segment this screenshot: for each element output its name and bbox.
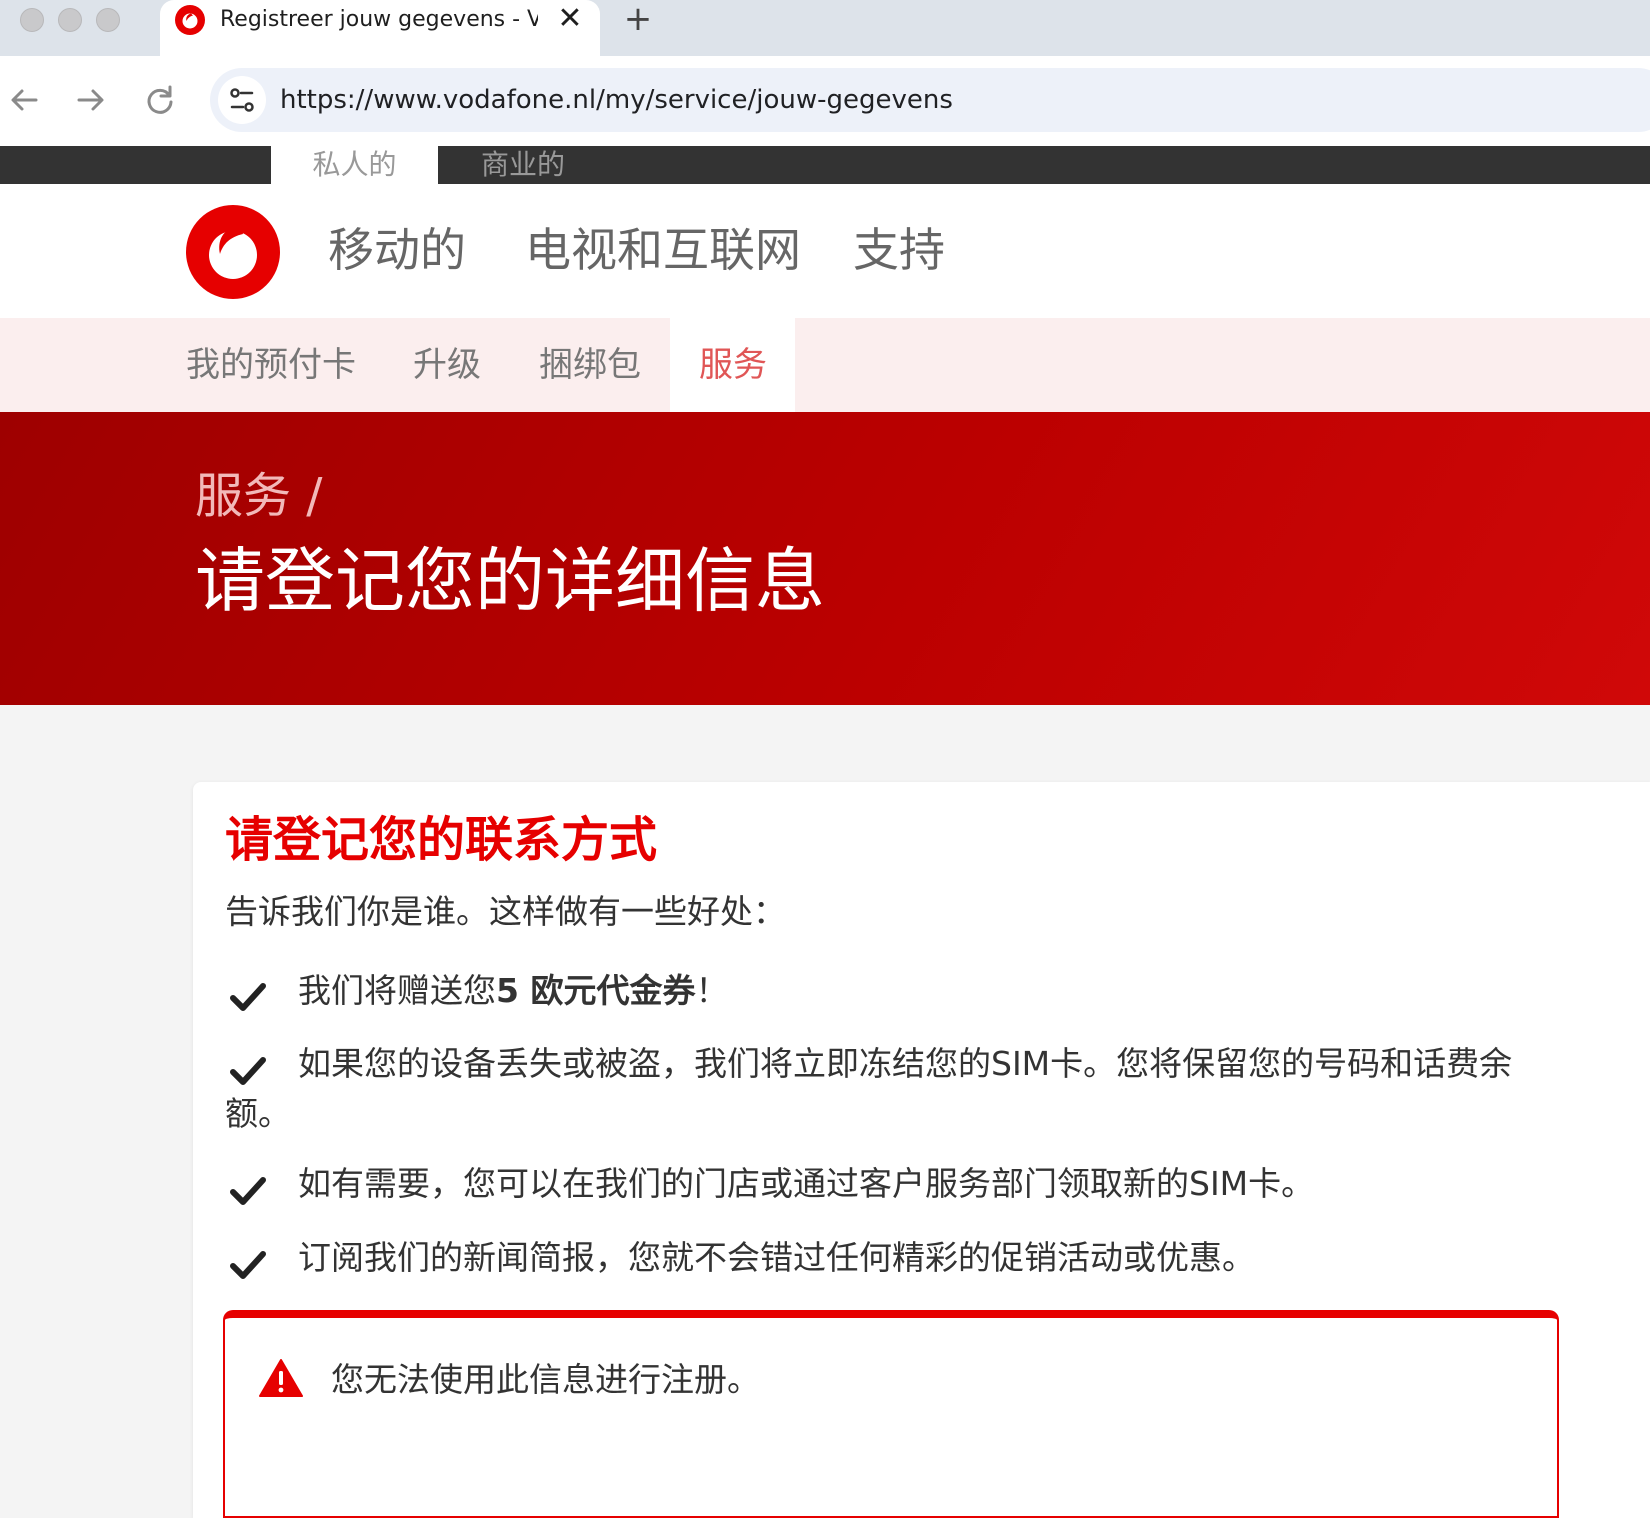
subnav-upgrade[interactable]: 升级 [413, 340, 481, 390]
browser-tab-strip: Registreer jouw gegevens - Vodafone ✕ + [0, 0, 1650, 56]
card-intro: 告诉我们你是谁。这样做有一些好处： [225, 892, 786, 931]
error-alert: 您无法使用此信息进行注册。 [223, 1310, 1559, 1518]
benefit-sim-block-continued: 额。 [225, 1094, 291, 1133]
subnav-prepaid[interactable]: 我的预付卡 [186, 340, 356, 390]
breadcrumb[interactable]: 服务 / [195, 466, 322, 526]
tab-title: Registreer jouw gegevens - Vodafone [220, 7, 538, 32]
site-info-button[interactable] [218, 76, 266, 124]
subnav-service[interactable]: 服务 [699, 340, 767, 390]
nav-tv-internet[interactable]: 电视和互联网 [525, 220, 801, 280]
vodafone-favicon-icon [175, 5, 205, 35]
sub-navigation: 我的预付卡 升级 捆绑包 服务 [0, 318, 1650, 412]
benefit-newsletter: 订阅我们的新闻简报，您就不会错过任何精彩的促销活动或优惠。 [298, 1238, 1255, 1277]
card-title: 请登记您的联系方式 [225, 812, 658, 868]
benefit-voucher: 我们将赠送您5 欧元代金券！ [298, 971, 729, 1010]
browser-toolbar: https://www.vodafone.nl/my/service/jouw-… [0, 56, 1650, 146]
subnav-bundles[interactable]: 捆绑包 [539, 340, 641, 390]
close-icon[interactable]: ✕ [555, 2, 585, 36]
window-zoom-button[interactable] [96, 8, 120, 32]
browser-tab-active[interactable]: Registreer jouw gegevens - Vodafone ✕ [160, 0, 600, 56]
nav-support[interactable]: 支持 [853, 220, 945, 280]
benefit-new-sim: 如有需要，您可以在我们的门店或通过客户服务部门领取新的SIM卡。 [298, 1164, 1315, 1203]
segment-bar: 私人的 商业的 [0, 146, 1650, 184]
back-arrow-icon[interactable] [4, 80, 44, 120]
error-message: 您无法使用此信息进行注册。 [331, 1360, 760, 1399]
contact-registration-card: 请登记您的联系方式 告诉我们你是谁。这样做有一些好处： 我们将赠送您5 欧元代金… [193, 782, 1650, 1518]
warning-icon [259, 1359, 303, 1397]
page-title: 请登记您的详细信息 [195, 540, 825, 622]
hero-banner: 服务 / 请登记您的详细信息 [0, 412, 1650, 705]
checkmark-icon [230, 1177, 266, 1205]
window-close-button[interactable] [20, 8, 44, 32]
vodafone-logo-icon[interactable] [185, 204, 281, 300]
plus-icon[interactable]: + [620, 0, 656, 38]
nav-mobile[interactable]: 移动的 [328, 220, 466, 280]
checkmark-icon [230, 983, 266, 1011]
site-header: 移动的 电视和互联网 支持 [0, 184, 1650, 318]
checkmark-icon [230, 1251, 266, 1279]
segment-business[interactable]: 商业的 [438, 146, 608, 184]
site-settings-icon [230, 88, 254, 112]
address-bar[interactable]: https://www.vodafone.nl/my/service/jouw-… [210, 68, 1650, 132]
forward-arrow-icon[interactable] [71, 80, 111, 120]
checkmark-icon [230, 1057, 266, 1085]
url-text[interactable]: https://www.vodafone.nl/my/service/jouw-… [280, 82, 953, 118]
reload-icon[interactable] [140, 80, 180, 120]
benefit-sim-block: 如果您的设备丢失或被盗，我们将立即冻结您的SIM卡。您将保留您的号码和话费余 [298, 1044, 1513, 1083]
segment-private[interactable]: 私人的 [271, 146, 438, 184]
window-minimize-button[interactable] [58, 8, 82, 32]
